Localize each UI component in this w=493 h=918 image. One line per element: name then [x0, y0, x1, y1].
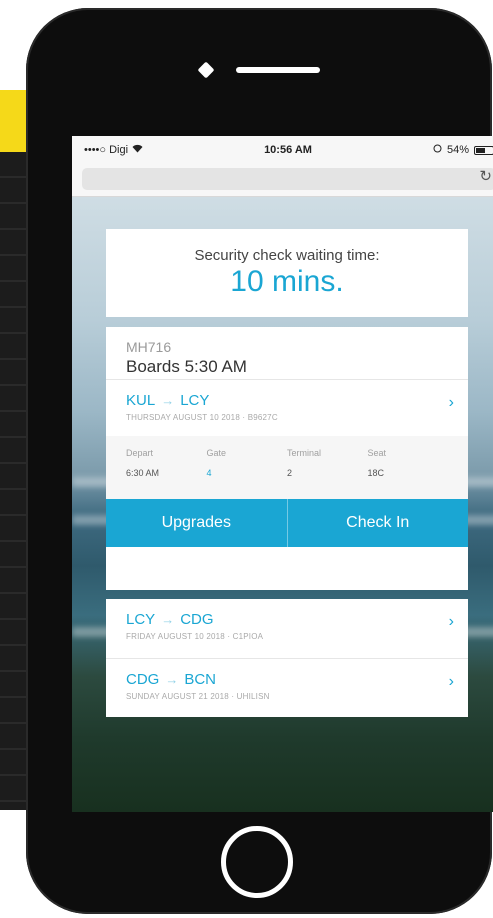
phone-frame: ••••○ Digi 10:56 AM 54% ↻ Security check… — [26, 8, 493, 914]
destination-code: LCY — [180, 392, 210, 409]
phone-screen: ••••○ Digi 10:56 AM 54% ↻ Security check… — [72, 136, 493, 812]
battery-icon — [473, 145, 493, 155]
status-bar: ••••○ Digi 10:56 AM 54% — [72, 136, 493, 164]
detail-value: 2 — [287, 468, 293, 478]
arrow-right-icon: → — [165, 672, 179, 687]
chevron-right-icon[interactable]: › — [449, 673, 454, 691]
address-field[interactable] — [82, 168, 493, 190]
route-subtitle: THURSDAY AUGUST 10 2018 · B9627C — [126, 413, 278, 422]
upcoming-flight-row[interactable]: LCY → CDG FRIDAY AUGUST 10 2018 · C1PIOA… — [106, 599, 468, 658]
arrow-right-icon: → — [161, 393, 175, 408]
route: CDG → BCN — [126, 671, 448, 688]
route: KUL → LCY — [126, 392, 448, 409]
alarm-icon — [433, 144, 442, 156]
flight-number: MH716 — [126, 339, 172, 355]
arrow-right-icon: → — [161, 612, 175, 627]
battery-percent: 54% — [446, 144, 469, 156]
detail-label: Terminal — [287, 448, 322, 458]
route: LCY → CDG — [126, 611, 448, 628]
home-button[interactable] — [221, 826, 293, 898]
carrier-info: ••••○ Digi — [84, 144, 143, 156]
upgrades-button[interactable]: Upgrades — [106, 499, 287, 547]
carrier-name: ••••○ Digi — [84, 144, 129, 156]
camera-dot — [197, 61, 215, 79]
app-content: Security check waiting time: 10 mins. MH… — [72, 197, 493, 812]
detail-label: Seat — [367, 448, 387, 458]
origin-code: LCY — [126, 611, 156, 628]
flight-header: MH716 Boards 5:30 AM — [106, 327, 468, 379]
upcoming-flights-card: LCY → CDG FRIDAY AUGUST 10 2018 · C1PIOA… — [106, 599, 468, 717]
reload-icon[interactable]: ↻ — [479, 167, 492, 185]
status-right: 54% — [433, 144, 493, 156]
flight-details: Depart 6:30 AM Gate 4 Terminal 2 Seat 18… — [106, 436, 468, 499]
chevron-right-icon[interactable]: › — [449, 613, 454, 631]
detail-value: 6:30 AM — [126, 468, 160, 478]
flight-actions: Upgrades Check In — [106, 499, 468, 547]
security-wait-card: Security check waiting time: 10 mins. — [106, 229, 468, 317]
current-route-row[interactable]: KUL → LCY THURSDAY AUGUST 10 2018 · B962… — [106, 380, 468, 436]
detail-value: 18C — [367, 468, 385, 478]
destination-code: CDG — [180, 611, 214, 628]
chevron-right-icon[interactable]: › — [449, 394, 454, 412]
browser-url-bar: ↻ — [72, 164, 493, 197]
security-wait-label: Security check waiting time: — [194, 247, 380, 264]
detail-seat: Seat 18C — [368, 448, 449, 499]
upcoming-flight-row[interactable]: CDG → BCN SUNDAY AUGUST 21 2018 · UHILIS… — [106, 659, 468, 718]
origin-code: KUL — [126, 392, 156, 409]
destination-code: BCN — [184, 671, 217, 688]
detail-label: Depart — [126, 448, 154, 458]
current-flight-card: MH716 Boards 5:30 AM KUL → LCY THURSDAY … — [106, 327, 468, 590]
boarding-time: Boards 5:30 AM — [126, 357, 247, 376]
detail-depart: Depart 6:30 AM — [126, 448, 207, 499]
detail-value: 4 — [206, 468, 212, 478]
detail-terminal: Terminal 2 — [287, 448, 368, 499]
check-in-button[interactable]: Check In — [286, 499, 468, 547]
detail-label: Gate — [206, 448, 227, 458]
speaker-grille — [236, 67, 320, 73]
route-subtitle: SUNDAY AUGUST 21 2018 · UHILISN — [126, 692, 270, 701]
wifi-icon — [132, 144, 143, 156]
security-wait-value: 10 mins. — [230, 265, 344, 298]
route-subtitle: FRIDAY AUGUST 10 2018 · C1PIOA — [126, 632, 264, 641]
origin-code: CDG — [126, 671, 160, 688]
detail-gate: Gate 4 — [207, 448, 288, 499]
clock: 10:56 AM — [264, 144, 312, 156]
